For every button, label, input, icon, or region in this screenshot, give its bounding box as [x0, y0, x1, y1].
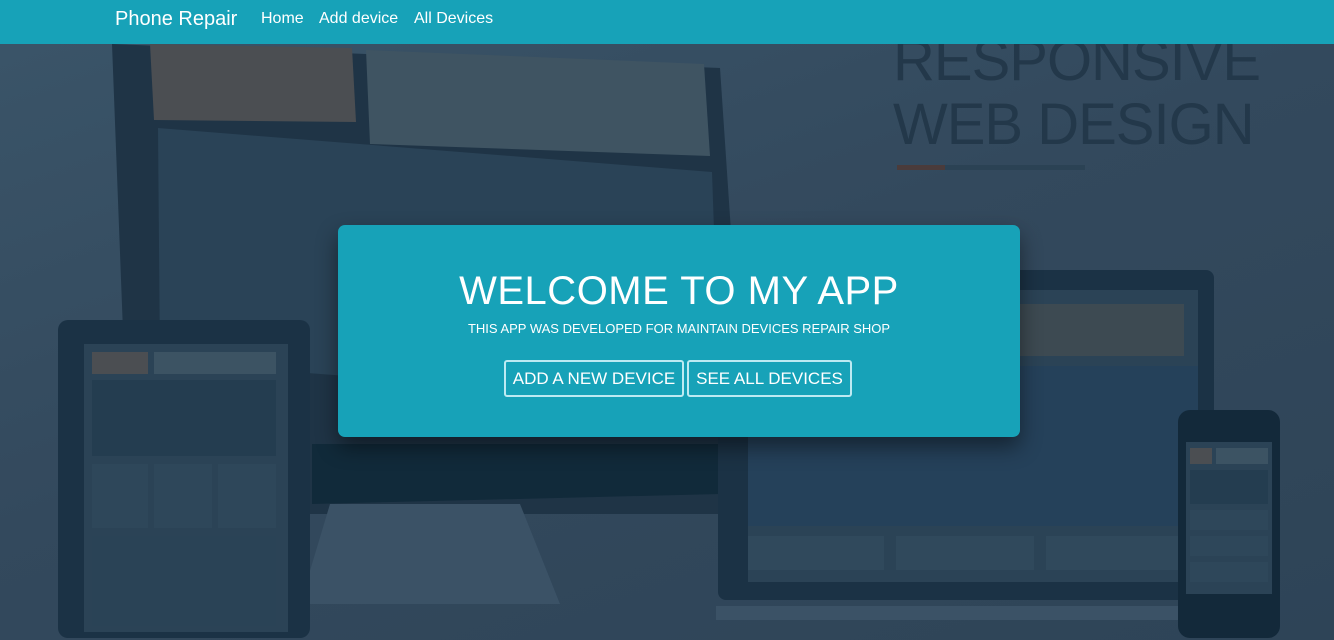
phone-illustration: [1178, 410, 1280, 638]
add-new-device-button[interactable]: ADD A NEW DEVICE: [504, 360, 684, 397]
nav-link-add-device[interactable]: Add device: [319, 10, 398, 28]
nav-link-home[interactable]: Home: [261, 10, 304, 28]
background-heading-line1: RESPONSIVE: [893, 44, 1261, 93]
welcome-subtitle: THIS APP WAS DEVELOPED FOR MAINTAIN DEVI…: [467, 321, 891, 336]
welcome-card: WELCOME TO MY APP THIS APP WAS DEVELOPED…: [338, 225, 1020, 437]
tablet-illustration: [58, 320, 310, 638]
nav-link-all-devices[interactable]: All Devices: [414, 10, 493, 28]
background-rule: [945, 165, 1085, 170]
background-rule-accent: [897, 165, 945, 170]
brand-link[interactable]: Phone Repair: [115, 8, 237, 31]
see-all-devices-button[interactable]: SEE ALL DEVICES: [687, 360, 852, 397]
welcome-title: WELCOME TO MY APP: [459, 269, 899, 313]
navbar: Phone Repair Home Add device All Devices: [0, 0, 1334, 44]
background-heading-line2: WEB DESIGN: [893, 92, 1255, 157]
